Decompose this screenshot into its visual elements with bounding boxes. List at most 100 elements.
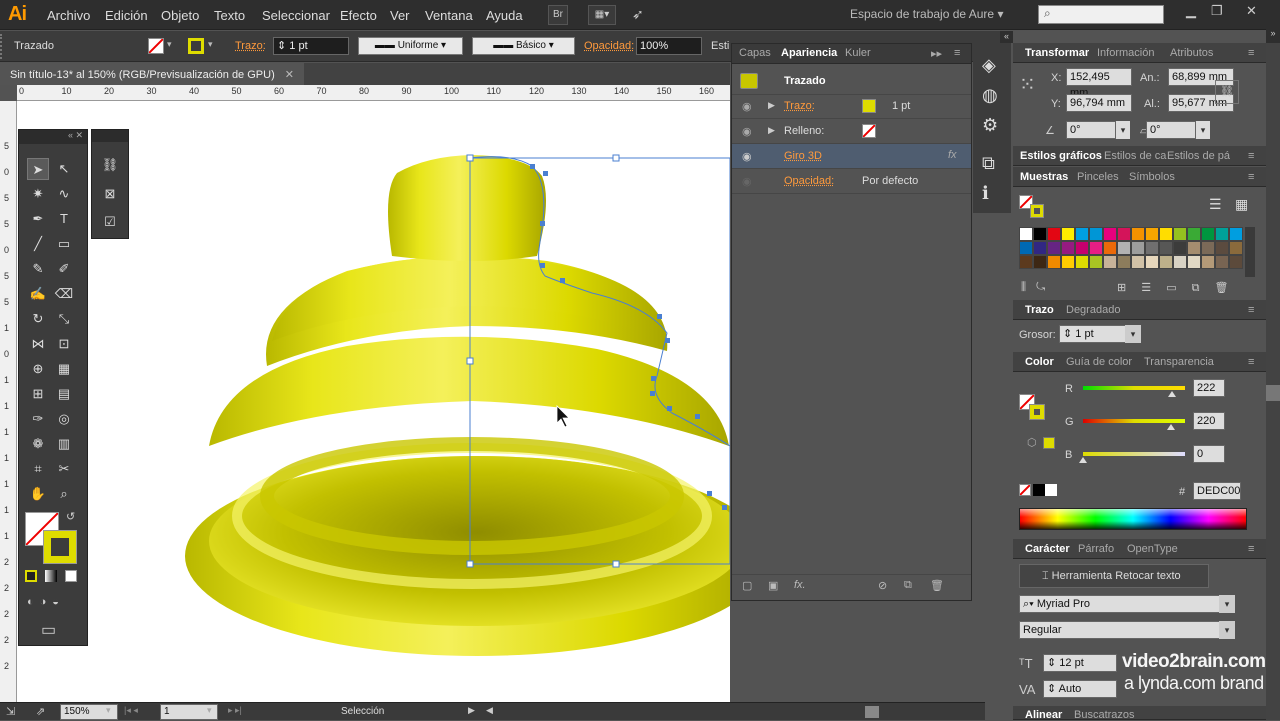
panel-menu-icon[interactable]: ≡ <box>954 47 960 59</box>
screen-mode-icon[interactable]: ▭ <box>41 620 56 640</box>
status-rotate-icon[interactable]: ⇲ <box>6 705 15 718</box>
color-swatch[interactable] <box>1187 227 1201 241</box>
line-tool-icon[interactable]: ╱ <box>27 233 49 255</box>
lasso-tool-icon[interactable]: ∿ <box>53 183 75 205</box>
color-swatch[interactable] <box>1145 227 1159 241</box>
b-field[interactable]: 0 <box>1193 445 1225 463</box>
dock-collapse-icon[interactable]: » <box>1266 28 1280 43</box>
swatch-action-icons[interactable]: ⊞ ☰ ▭ ⧉ 🗑 <box>1117 281 1229 295</box>
color-swatch[interactable] <box>1103 227 1117 241</box>
pencil-tool-icon[interactable]: ✐ <box>53 258 75 280</box>
menu-ayuda[interactable]: Ayuda <box>486 8 523 23</box>
r-slider-thumb[interactable] <box>1167 391 1176 397</box>
color-swatch[interactable] <box>1019 227 1033 241</box>
tab-color[interactable]: Color <box>1025 356 1054 368</box>
color-swatch[interactable] <box>1047 227 1061 241</box>
color-swatch[interactable] <box>1159 241 1173 255</box>
artboards-panel-icon[interactable]: ⧉ <box>982 153 995 174</box>
free-transform-tool-icon[interactable]: ⊡ <box>53 333 75 355</box>
opacity-label[interactable]: Opacidad: <box>584 40 634 52</box>
none-color-swatch[interactable] <box>1019 484 1031 496</box>
color-swatch[interactable] <box>1201 255 1215 269</box>
perspective-grid-tool-icon[interactable]: ▦ <box>53 358 75 380</box>
expand-triangle-icon[interactable]: ▶ <box>768 125 775 136</box>
bridge-button[interactable]: Br <box>548 5 568 25</box>
color-swatch[interactable] <box>1159 227 1173 241</box>
stroke-swatch[interactable] <box>188 38 204 54</box>
tab-info[interactable]: Información <box>1097 47 1154 59</box>
color-swatch[interactable] <box>1131 227 1145 241</box>
black-color-swatch[interactable] <box>1033 484 1045 496</box>
panel-menu-icon[interactable]: ≡ <box>1248 47 1254 59</box>
font-style-select[interactable]: Regular <box>1019 621 1235 639</box>
blend-tool-icon[interactable]: ◎ <box>53 408 75 430</box>
gpu-rocket-icon[interactable]: ➶ <box>632 6 644 23</box>
color-swatch[interactable] <box>1089 227 1103 241</box>
menu-seleccionar[interactable]: Seleccionar <box>262 8 330 23</box>
color-swatch[interactable] <box>1215 227 1229 241</box>
color-spectrum[interactable] <box>1019 508 1247 530</box>
visibility-eye-icon[interactable]: ◉ <box>742 100 752 113</box>
paintbrush-tool-icon[interactable]: ✎ <box>27 258 49 280</box>
menu-texto[interactable]: Texto <box>214 8 245 23</box>
shape-builder-tool-icon[interactable]: ⊕ <box>27 358 49 380</box>
color-swatch[interactable] <box>1173 241 1187 255</box>
panel-menu-icon[interactable]: ≡ <box>1248 356 1254 368</box>
color-swatch[interactable] <box>1173 227 1187 241</box>
stroke-weight-dropdown-icon[interactable]: ▾ <box>1125 325 1141 343</box>
visibility-eye-icon[interactable]: ◉ <box>742 125 752 138</box>
add-fill-icon[interactable]: ▣ <box>768 579 778 592</box>
scale-tool-icon[interactable]: ⤡ <box>53 308 75 330</box>
color-swatch[interactable] <box>1075 227 1089 241</box>
menu-edicion[interactable]: Edición <box>105 8 148 23</box>
y-field[interactable]: 96,794 mm <box>1066 94 1132 112</box>
search-input[interactable]: ⌕ <box>1038 5 1164 24</box>
white-color-swatch[interactable] <box>1045 484 1057 496</box>
color-swatch[interactable] <box>1061 241 1075 255</box>
color-swatch[interactable] <box>1159 255 1173 269</box>
hand-tool-icon[interactable]: ✋ <box>27 483 49 505</box>
color-swatch[interactable] <box>1229 255 1243 269</box>
tab-paragraph[interactable]: Párrafo <box>1078 543 1114 555</box>
duplicate-item-icon[interactable]: ⧉ <box>904 579 912 592</box>
shear-dropdown-icon[interactable]: ▾ <box>1196 121 1210 139</box>
delete-item-icon[interactable]: 🗑 <box>930 579 944 592</box>
rotate-dropdown-icon[interactable]: ▾ <box>1116 121 1130 139</box>
menu-ventana[interactable]: Ventana <box>425 8 473 23</box>
g-field[interactable]: 220 <box>1193 412 1225 430</box>
stroke-attribute-swatch[interactable] <box>862 99 876 113</box>
artboard-nav-last-icon[interactable]: ▸ ▸| <box>228 705 242 716</box>
color-swatch[interactable] <box>1229 227 1243 241</box>
brush-definition-select[interactable]: ▬▬ Básico ▾ <box>472 37 575 55</box>
font-family-dropdown-icon[interactable]: ▾ <box>1219 595 1235 613</box>
fill-dropdown-icon[interactable]: ▾ <box>167 39 172 50</box>
tab-transform[interactable]: Transformar <box>1025 47 1089 59</box>
vertical-ruler[interactable]: 5 0 5 5 0 5 5 1 0 1 1 1 1 1 1 1 2 2 2 2 2 <box>0 101 17 702</box>
horizontal-ruler[interactable]: 0 10 20 30 40 50 60 70 80 90 100 110 120 130 140 150 160… <box>17 85 757 101</box>
tab-swatches[interactable]: Muestras <box>1020 171 1068 183</box>
kuler-panel-icon[interactable]: ⚙ <box>982 115 998 136</box>
color-swatch[interactable] <box>1131 241 1145 255</box>
dock-scrollbar[interactable] <box>1266 43 1280 720</box>
tools-panel-header[interactable]: « ✕ <box>19 130 87 144</box>
tab-pathfinder[interactable]: Buscatrazos <box>1074 709 1135 721</box>
color-stroke-box[interactable] <box>1029 404 1045 420</box>
rectangle-tool-icon[interactable]: ▭ <box>53 233 75 255</box>
add-stroke-icon[interactable]: ▢ <box>742 579 752 592</box>
gradient-mode-icon[interactable] <box>45 570 57 582</box>
status-share-icon[interactable]: ⇗ <box>36 705 45 718</box>
appearance-panel-icon[interactable]: ◍ <box>982 85 998 106</box>
stroke-color-box[interactable] <box>43 530 77 564</box>
mini-panel-header[interactable] <box>92 130 128 142</box>
swatch-stroke-indicator[interactable] <box>1030 204 1044 218</box>
fill-none-swatch[interactable] <box>148 38 164 54</box>
panel-menu-icon[interactable]: ≡ <box>1248 171 1254 183</box>
info-panel-icon[interactable]: ℹ <box>982 183 989 204</box>
g-slider-thumb[interactable] <box>1166 424 1175 430</box>
fill-attribute-swatch[interactable] <box>862 124 876 138</box>
color-swatch[interactable] <box>1187 255 1201 269</box>
color-swatch[interactable] <box>1075 241 1089 255</box>
add-effect-icon[interactable]: fx. <box>794 579 806 591</box>
layers-panel-icon[interactable]: ◈ <box>982 55 996 76</box>
eyedropper-tool-icon[interactable]: ✑ <box>27 408 49 430</box>
